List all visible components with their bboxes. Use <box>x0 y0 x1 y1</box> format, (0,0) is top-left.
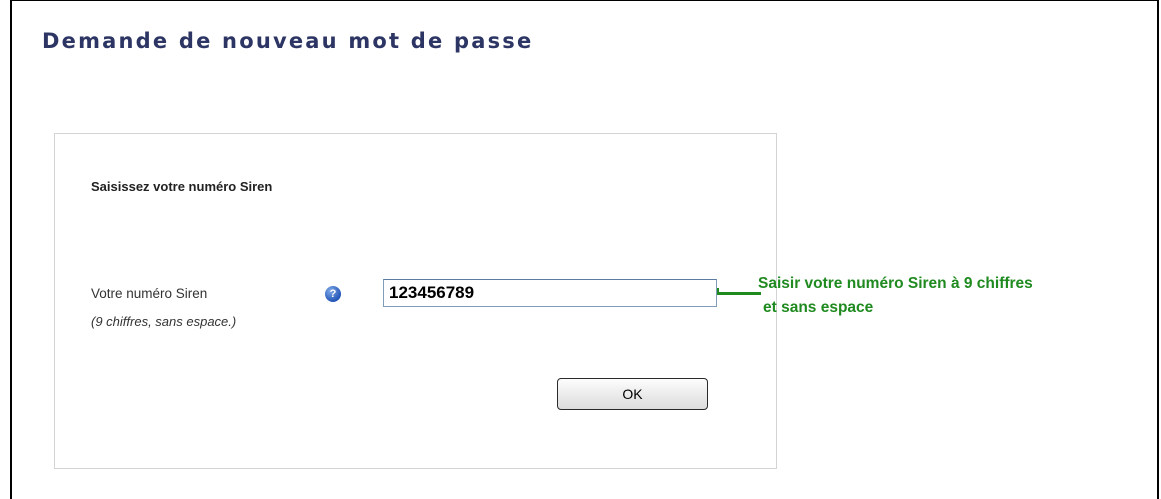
ok-button[interactable]: OK <box>557 378 708 410</box>
callout-pointer-line <box>717 292 761 295</box>
siren-field-label: Votre numéro Siren <box>91 286 208 301</box>
page-title: Demande de nouveau mot de passe <box>42 29 534 53</box>
annotation-line-2: et sans espace <box>763 299 874 316</box>
annotation-callout: Saisir votre numéro Siren à 9 chiffres e… <box>758 272 1033 320</box>
siren-input[interactable] <box>383 279 717 307</box>
siren-form-panel: Saisissez votre numéro Siren Votre numér… <box>54 133 777 469</box>
question-mark-icon[interactable]: ? <box>325 286 341 302</box>
form-heading: Saisissez votre numéro Siren <box>91 179 273 194</box>
window-frame: Demande de nouveau mot de passe Saisisse… <box>10 0 1159 499</box>
annotation-line-1: Saisir votre numéro Siren à 9 chiffres <box>758 275 1033 292</box>
siren-field-hint: (9 chiffres, sans espace.) <box>91 314 237 329</box>
